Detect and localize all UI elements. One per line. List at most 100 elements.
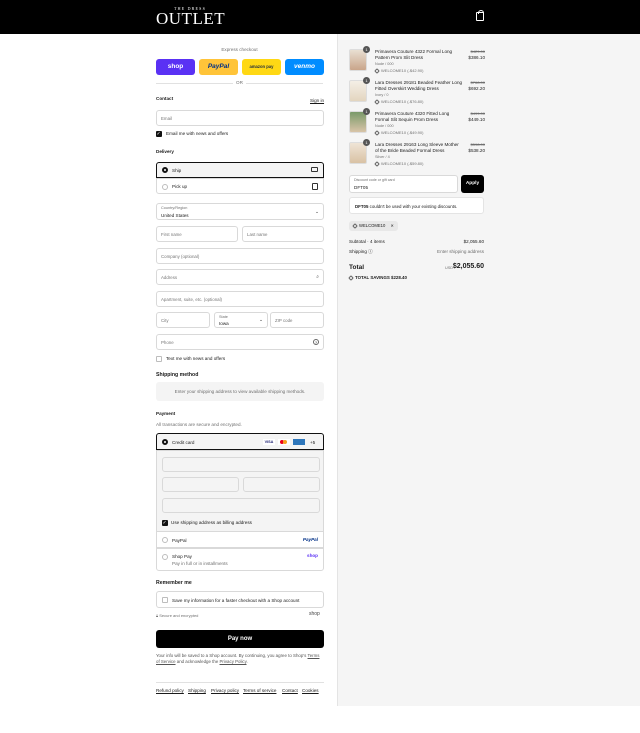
pay-now-button[interactable]: Pay now [156, 630, 324, 648]
zip-field[interactable]: ZIP code [270, 312, 324, 328]
paypal-radio[interactable] [162, 537, 168, 543]
first-name-placeholder: First name [161, 232, 182, 237]
item-name-line2: Fitted Overskirt Wedding Dress [375, 86, 439, 91]
item-original-price: $429.00 [470, 49, 485, 54]
save-info-checkbox[interactable] [162, 597, 168, 603]
total-value: $2,055.60 [452, 263, 484, 270]
item-discount-text: WELCOME10 (-$49.90) [381, 130, 424, 135]
item-name: Primavera Couture 4322 Formal Long [375, 49, 453, 54]
shop-pay-button[interactable]: shop [156, 59, 195, 75]
amazon-pay-button[interactable]: amazon pay [242, 59, 281, 75]
help-icon[interactable]: ⓘ [368, 249, 373, 254]
or-label: OR [233, 80, 246, 85]
shopping-bag-icon[interactable] [476, 10, 484, 21]
item-discount-text: WELCOME10 (-$42.90) [381, 68, 424, 73]
footer-link-privacy[interactable]: Privacy policy [211, 688, 239, 693]
currency-code: USD [445, 266, 454, 270]
footer-link-refund[interactable]: Refund policy [156, 688, 184, 693]
address-field[interactable]: Address ⌕ [156, 269, 324, 285]
discount-code-value: DFT05 [354, 185, 369, 190]
country-select[interactable]: Country/Region United States ⌄ [156, 203, 324, 220]
security-code-field[interactable] [243, 477, 320, 492]
item-price: $386.10 [468, 55, 485, 60]
help-icon[interactable]: ? [313, 339, 319, 345]
city-field[interactable]: City [156, 312, 210, 328]
item-name: Lara Dresses 29163 Long Sleeve Mother [375, 142, 459, 147]
item-name-line2: Formal Slit Sequin Prom Dress [375, 117, 439, 122]
phone-placeholder: Phone [161, 340, 174, 345]
shop-pay-option[interactable]: Shop Pay Pay in full or in installments … [156, 548, 324, 571]
address-placeholder: Address [161, 275, 178, 280]
last-name-field[interactable]: Last name [242, 226, 324, 242]
venmo-button[interactable]: venmo [285, 59, 324, 75]
shipping-label: Shipping [349, 249, 367, 254]
footer-link-terms[interactable]: Terms of service [243, 688, 276, 693]
secure-note: 🔒︎ Secure and encrypted [156, 613, 198, 618]
store-logo[interactable]: THE DRESS OUTLET [156, 6, 225, 27]
ship-radio[interactable] [162, 167, 168, 173]
text-news-checkbox[interactable] [156, 356, 162, 362]
billing-same-checkbox[interactable] [162, 520, 168, 526]
legal-text-2: and acknowledge the [176, 659, 219, 664]
billing-same-label: Use shipping address as billing address [171, 520, 252, 525]
first-name-field[interactable]: First name [156, 226, 238, 242]
pickup-label: Pick up [172, 184, 188, 189]
quantity-badge: 1 [363, 139, 370, 146]
paypal-logo: PayPal [302, 537, 318, 542]
legal-text-3: . [246, 659, 248, 664]
footer-link-cookies[interactable]: Cookies [302, 688, 319, 693]
item-original-price: $598.00 [470, 142, 485, 147]
lock-icon: 🔒︎ [156, 613, 159, 618]
state-select[interactable]: State Iowa ⌄ [214, 312, 268, 328]
payment-subtitle: All transactions are secure and encrypte… [156, 422, 242, 427]
ship-option[interactable]: Ship [156, 162, 324, 178]
pickup-radio[interactable] [162, 184, 168, 190]
discount-code-field[interactable]: Discount code or gift card DFT05 [349, 175, 458, 193]
card-number-field[interactable] [162, 457, 320, 472]
item-price: $449.10 [468, 117, 485, 122]
company-field[interactable]: Company (optional) [156, 248, 324, 264]
apply-button[interactable]: Apply [461, 175, 484, 193]
item-name: Primavera Couture 4320 Fitted Long [375, 111, 450, 116]
subtotal-label: Subtotal · 4 items [349, 239, 385, 244]
total-savings: TOTAL SAVINGS $228.40 [348, 275, 407, 281]
email-news-checkbox[interactable] [156, 131, 162, 137]
sign-in-link[interactable]: Sign in [310, 98, 324, 103]
applied-discount-code: WELCOME10 [359, 223, 386, 228]
total-label: Total [349, 264, 365, 271]
shipping-value: Enter shipping address [437, 249, 484, 254]
shipping-method-info: Enter your shipping address to view avai… [174, 389, 306, 394]
item-variant: Nude / 000 [375, 62, 394, 66]
tag-icon [374, 99, 380, 105]
visa-icon: VISA [263, 439, 275, 445]
apartment-field[interactable]: Apartment, suite, etc. (optional) [156, 291, 324, 307]
item-price: $692.20 [468, 86, 485, 91]
remember-me-heading: Remember me [156, 580, 192, 586]
search-icon: ⌕ [316, 274, 319, 280]
payment-heading: Payment [156, 411, 176, 416]
email-field[interactable]: Email [156, 110, 324, 126]
card-details-panel: Use shipping address as billing address [156, 450, 324, 532]
paypal-option[interactable]: PayPal PayPal [156, 531, 324, 548]
shop-pay-label: Shop Pay [172, 554, 192, 559]
credit-card-option[interactable]: Credit card VISA +5 [156, 433, 324, 450]
save-info-label: Save my information for a faster checkou… [172, 598, 300, 603]
footer-link-contact[interactable]: Contact [282, 688, 298, 693]
more-cards-badge: +5 [310, 440, 316, 445]
ship-label: Ship [172, 168, 182, 173]
phone-field[interactable]: Phone ? [156, 334, 324, 350]
item-variant: Nude / 000 [375, 124, 394, 128]
expiration-field[interactable] [162, 477, 239, 492]
country-value: United States [161, 213, 189, 218]
privacy-policy-link[interactable]: Privacy Policy [220, 659, 247, 664]
name-on-card-field[interactable] [162, 498, 320, 513]
paypal-button[interactable]: PayPal [199, 59, 238, 75]
save-info-option[interactable]: Save my information for a faster checkou… [156, 591, 324, 608]
shop-pay-radio[interactable] [162, 554, 168, 560]
text-news-label: Text me with news and offers [166, 356, 226, 361]
shop-pay-subtitle: Pay in full or in installments [172, 561, 228, 566]
pickup-option[interactable]: Pick up [156, 178, 324, 194]
remove-discount-icon[interactable]: ✕ [390, 223, 394, 228]
footer-link-shipping[interactable]: Shipping [188, 688, 206, 693]
credit-card-radio[interactable] [162, 439, 168, 445]
